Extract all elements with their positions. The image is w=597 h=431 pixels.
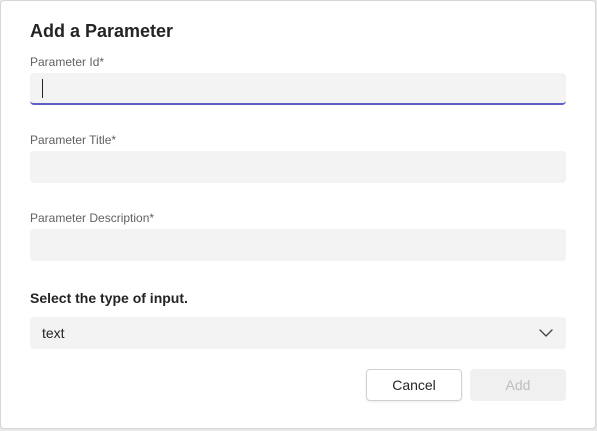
- required-mark: *: [99, 55, 105, 69]
- chevron-down-icon: [538, 325, 554, 341]
- parameter-id-label: Parameter Id*: [30, 55, 104, 69]
- parameter-description-input[interactable]: [30, 229, 566, 261]
- cancel-button[interactable]: Cancel: [366, 369, 462, 401]
- required-mark: *: [111, 133, 117, 147]
- text-caret: [42, 79, 43, 98]
- parameter-title-label-text: Parameter Title: [30, 133, 112, 147]
- dialog-title: Add a Parameter: [30, 21, 174, 41]
- required-mark: *: [149, 211, 155, 225]
- input-type-dropdown[interactable]: text: [30, 317, 566, 349]
- parameter-title-label: Parameter Title*: [30, 133, 116, 147]
- parameter-id-label-text: Parameter Id: [30, 55, 100, 69]
- add-button[interactable]: Add: [470, 369, 566, 401]
- parameter-id-input[interactable]: [30, 73, 566, 105]
- input-type-selected-value: text: [42, 325, 65, 341]
- parameter-description-label: Parameter Description*: [30, 211, 154, 225]
- parameter-title-input[interactable]: [30, 151, 566, 183]
- add-parameter-dialog: Add a Parameter Parameter Id* Parameter …: [0, 0, 596, 429]
- parameter-description-label-text: Parameter Description: [30, 211, 150, 225]
- input-type-label: Select the type of input.: [30, 290, 188, 306]
